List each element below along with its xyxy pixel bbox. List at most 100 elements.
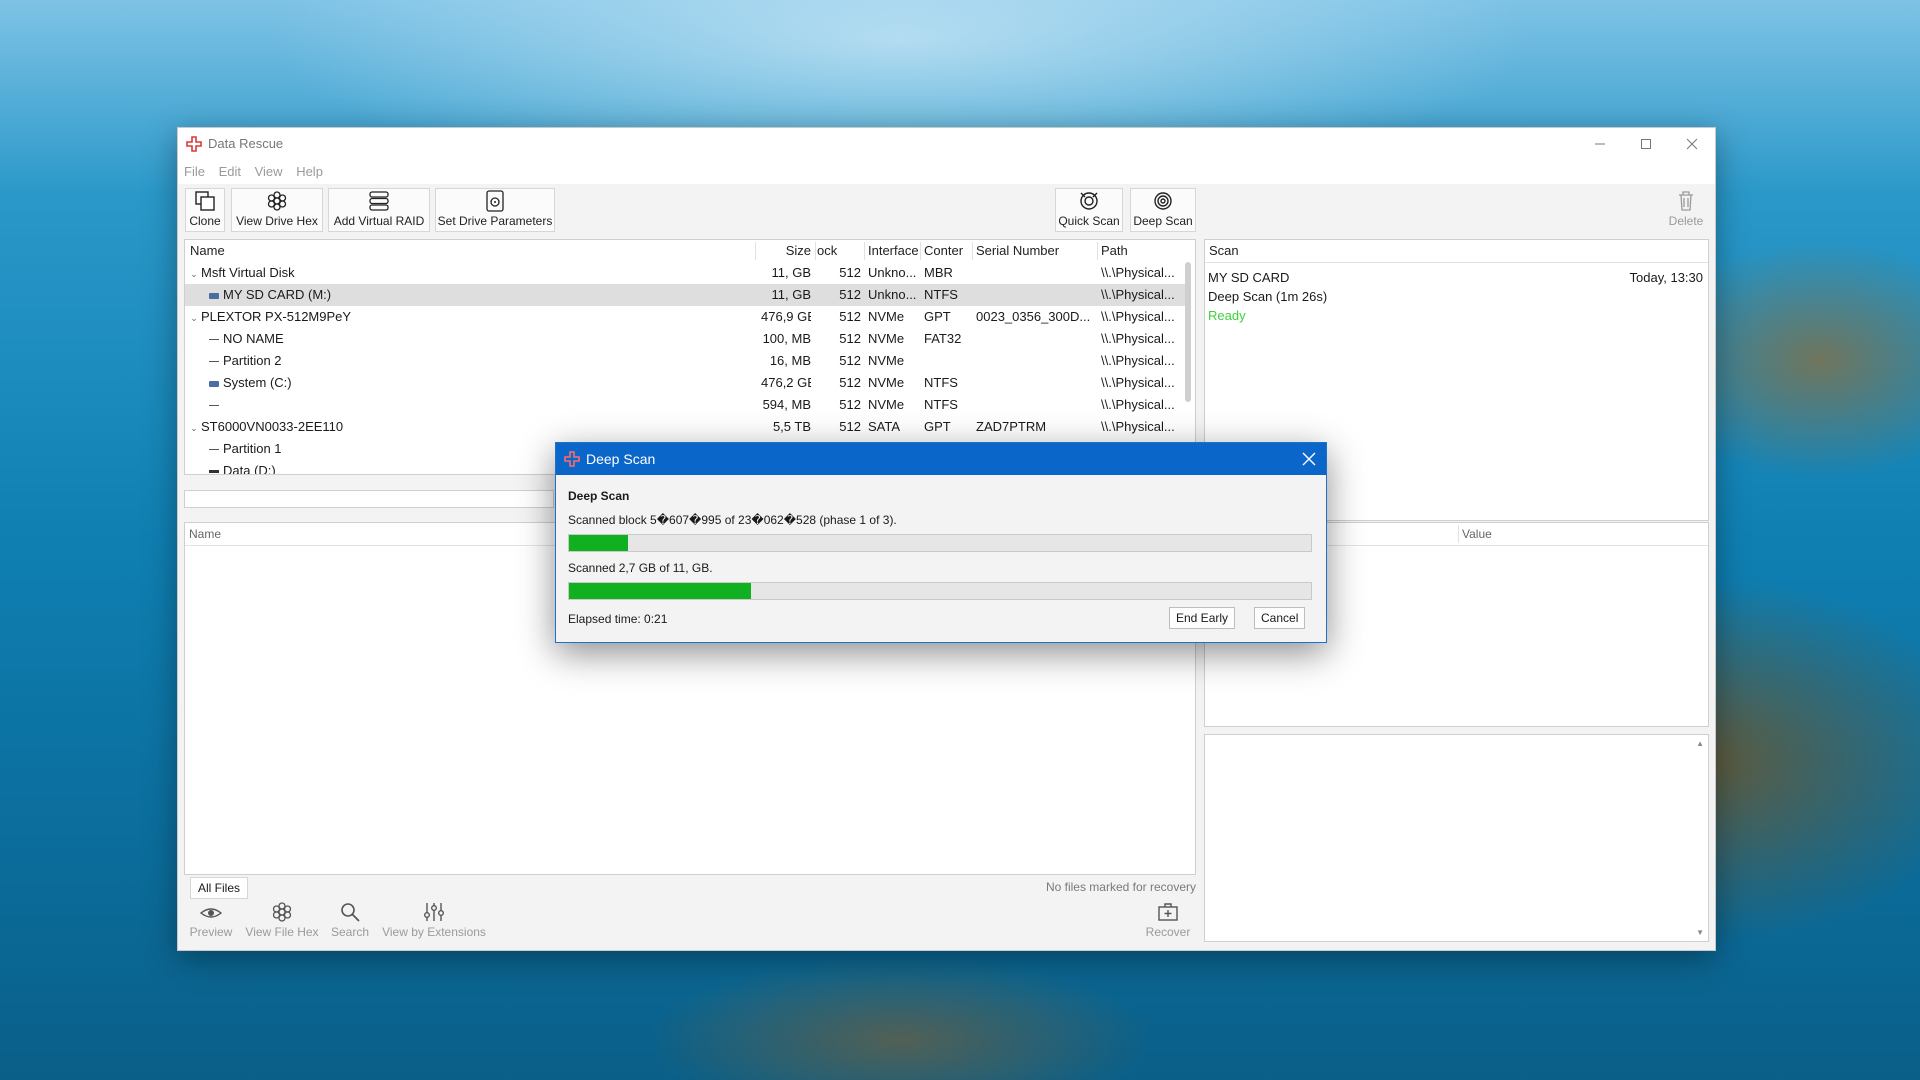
menu-edit[interactable]: Edit — [219, 160, 241, 184]
end-early-button[interactable]: End Early — [1169, 607, 1236, 629]
drive-row[interactable]: NO NAME 100, MB 512 NVMe FAT32 \\.\Physical..… — [185, 328, 1185, 350]
col-header-block-size[interactable]: ock Size — [817, 240, 861, 262]
expand-chevron-icon[interactable]: ⌄ — [189, 417, 199, 439]
recover-button[interactable]: Recover — [1143, 899, 1193, 943]
drive-path-cell: \\.\Physical... — [1101, 331, 1175, 346]
dialog-body: Deep Scan Scanned block 5�607�995 of 23�… — [568, 475, 1314, 642]
drive-size-cell: 476,9 GB — [761, 309, 811, 324]
block-progress-bar — [568, 534, 1312, 552]
recover-label: Recover — [1145, 925, 1191, 939]
drive-block-cell: 512 — [839, 353, 861, 368]
clone-button[interactable]: Clone — [185, 188, 225, 232]
toolbar: Clone View Drive Hex Add Virtual RAID Se… — [178, 188, 1715, 234]
drive-name: NO NAME — [223, 331, 284, 346]
tab-all-files[interactable]: All Files — [190, 877, 248, 899]
partition-icon — [209, 339, 219, 341]
add-virtual-raid-button[interactable]: Add Virtual RAID — [328, 188, 430, 232]
preview-button[interactable]: Preview — [185, 899, 237, 943]
drive-row[interactable]: System (C:) 476,2 GB 512 NVMe NTFS \\.\Physic… — [185, 372, 1185, 394]
col-header-serial[interactable]: Serial Number — [976, 240, 1059, 262]
trash-icon — [1679, 191, 1693, 211]
col-header-interface[interactable]: Interface — [868, 240, 919, 262]
title-bar: Data Rescue — [178, 128, 1715, 160]
drive-iface-cell: Unkno... — [868, 265, 917, 280]
drive-iface-cell: NVMe — [868, 309, 905, 324]
drive-path-cell: \\.\Physical... — [1101, 353, 1175, 368]
prop-col-header-value[interactable]: Value — [1462, 523, 1492, 545]
quick-scan-label: Quick Scan — [1058, 214, 1120, 228]
drive-size-cell: 16, MB — [769, 353, 811, 368]
drive-block-cell: 512 — [839, 309, 861, 324]
col-header-path[interactable]: Path — [1101, 240, 1128, 262]
quick-scan-icon — [1080, 192, 1098, 210]
menu-file[interactable]: File — [184, 160, 205, 184]
hex-flower-icon — [272, 902, 292, 922]
window-title: Data Rescue — [208, 136, 284, 151]
minimize-icon[interactable] — [1577, 128, 1623, 160]
view-by-extensions-button[interactable]: View by Extensions — [380, 899, 488, 943]
drive-block-cell: 512 — [839, 397, 861, 412]
expand-chevron-icon[interactable]: ⌄ — [189, 307, 199, 329]
drive-iface-cell: NVMe — [868, 375, 905, 390]
drive-name: ST6000VN0033-2EE110 — [201, 419, 344, 434]
scan-status: Ready — [1208, 308, 1246, 323]
drive-content-cell: FAT32 — [924, 331, 962, 346]
menu-bar: File Edit View Help — [178, 160, 1715, 184]
dialog-close-icon[interactable] — [1302, 448, 1316, 471]
drive-row[interactable]: ⌄ PLEXTOR PX-512M9PeY 476,9 GB 512 NVMe GPT 00… — [185, 306, 1185, 328]
hex-flower-icon — [267, 191, 287, 211]
menu-help[interactable]: Help — [296, 160, 323, 184]
scan-entry[interactable]: MY SD CARD Today, 13:30 Deep Scan (1m 26… — [1208, 270, 1703, 328]
drive-path-cell: \\.\Physical... — [1101, 397, 1175, 412]
drive-name: MY SD CARD (M:) — [223, 287, 332, 302]
drive-iface-cell: NVMe — [868, 353, 905, 368]
drive-row[interactable]: MY SD CARD (M:) 11, GB 512 Unkno... NTFS \\.\… — [185, 284, 1185, 306]
set-drive-parameters-button[interactable]: Set Drive Parameters — [435, 188, 555, 232]
drive-block-cell: 512 — [839, 265, 861, 280]
drive-row[interactable]: ⌄ ST6000VN0033-2EE110 5,5 TB 512 SATA GPT ZAD7… — [185, 416, 1185, 438]
search-label: Search — [330, 925, 370, 939]
partition-icon — [209, 361, 219, 363]
preview-label: Preview — [189, 925, 233, 939]
block-progress-fill — [569, 535, 629, 551]
view-by-extensions-label: View by Extensions — [382, 925, 486, 939]
scan-timestamp: Today, 13:30 — [1629, 270, 1703, 285]
deep-scan-button[interactable]: Deep Scan — [1130, 188, 1196, 232]
partition-icon — [209, 449, 219, 451]
menu-view[interactable]: View — [255, 160, 283, 184]
drive-path-cell: \\.\Physical... — [1101, 419, 1175, 434]
drive-list-scrollbar[interactable] — [1185, 262, 1191, 402]
delete-button[interactable]: Delete — [1664, 188, 1708, 232]
view-file-hex-button[interactable]: View File Hex — [243, 899, 321, 943]
quick-scan-button[interactable]: Quick Scan — [1055, 188, 1123, 232]
drive-row[interactable]: Partition 2 16, MB 512 NVMe \\.\Physical... — [185, 350, 1185, 372]
drive-name: PLEXTOR PX-512M9PeY — [201, 309, 352, 324]
search-button[interactable]: Search — [326, 899, 374, 943]
col-header-size[interactable]: Size — [761, 240, 811, 262]
drive-size-cell: 100, MB — [762, 331, 811, 346]
drive-iface-cell: Unkno... — [868, 287, 917, 302]
drive-name: Msft Virtual Disk — [201, 265, 295, 280]
drive-size-cell: 476,2 GB — [761, 375, 811, 390]
sliders-icon — [424, 903, 445, 921]
drive-serial-cell: 0023_0356_300D... — [976, 309, 1091, 324]
drive-name: Partition 1 — [223, 441, 282, 456]
search-icon — [341, 903, 360, 922]
drive-row[interactable]: 594, MB 512 NVMe NTFS \\.\Physical... — [185, 394, 1185, 416]
view-drive-hex-button[interactable]: View Drive Hex — [231, 188, 323, 232]
cancel-button[interactable]: Cancel — [1254, 607, 1306, 629]
file-col-header-name[interactable]: Name — [189, 523, 221, 545]
drive-name: Partition 2 — [223, 353, 282, 368]
scroll-down-icon[interactable]: ▼ — [1696, 928, 1704, 937]
raid-stack-icon — [369, 191, 389, 211]
drive-row[interactable]: ⌄ Msft Virtual Disk 11, GB 512 Unkno... MBR \\… — [185, 262, 1185, 284]
scroll-up-icon[interactable]: ▲ — [1696, 739, 1704, 748]
maximize-icon[interactable] — [1623, 128, 1669, 160]
expand-chevron-icon[interactable]: ⌄ — [189, 263, 199, 285]
dialog-title-bar: Deep Scan — [556, 443, 1326, 475]
drive-content-cell: MBR — [924, 265, 953, 280]
col-header-content[interactable]: Conter — [924, 240, 963, 262]
drive-size-cell: 11, GB — [771, 287, 811, 302]
col-header-name[interactable]: Name — [190, 240, 225, 262]
close-icon[interactable] — [1669, 128, 1715, 160]
